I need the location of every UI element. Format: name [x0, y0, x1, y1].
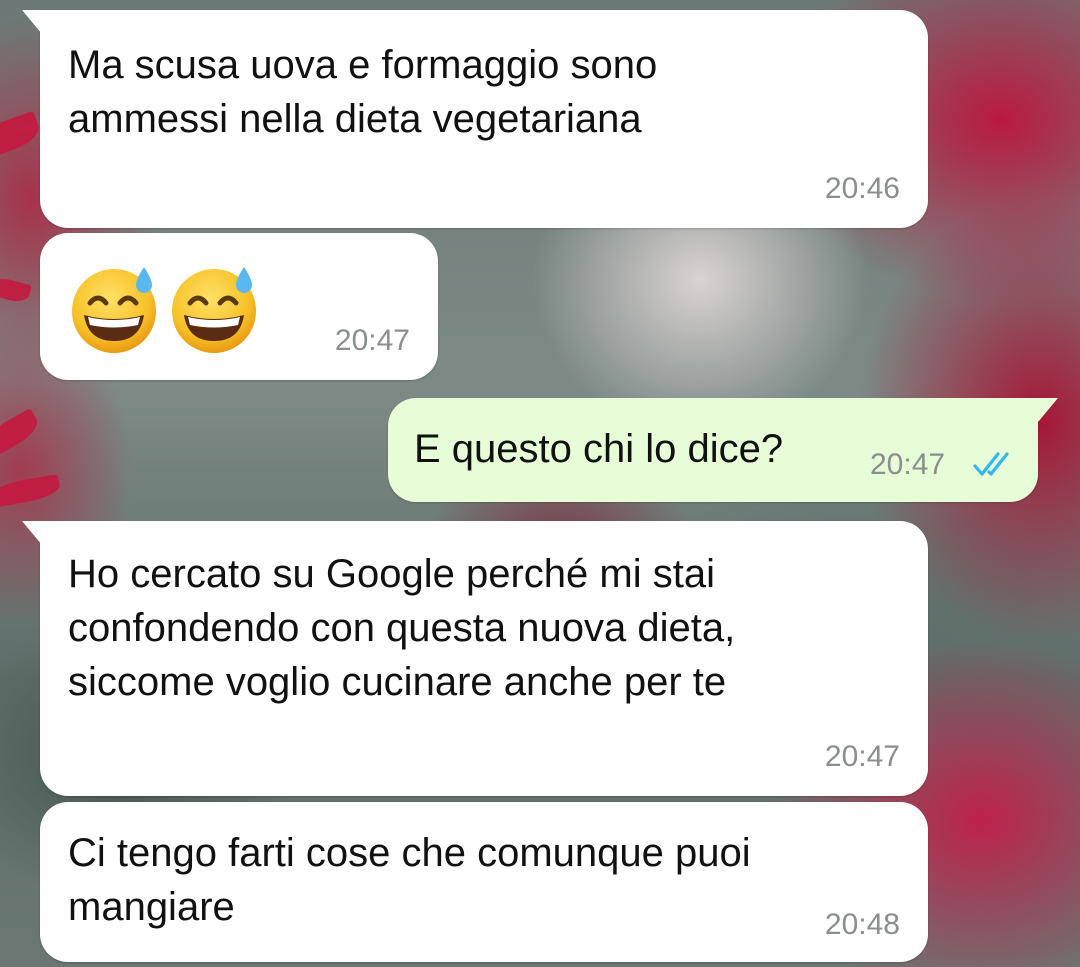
message-bubble-incoming[interactable]: 20:47 [40, 233, 438, 380]
read-receipt-double-check-icon [973, 452, 1009, 476]
message-timestamp: 20:47 [824, 740, 900, 773]
message-timestamp: 20:47 [334, 324, 410, 357]
bubble-tail [22, 10, 42, 34]
bubble-tail [1038, 398, 1058, 422]
grinning-face-with-sweat-icon [172, 267, 256, 353]
wallpaper-petal [0, 275, 32, 305]
wallpaper-petal [0, 474, 62, 508]
message-timestamp: 20:46 [824, 172, 900, 205]
message-timestamp: 20:47 [870, 448, 946, 481]
message-text: E questo chi lo dice? [414, 427, 784, 471]
wallpaper-petal [0, 110, 44, 160]
message-bubble-incoming[interactable]: Ci tengo farti cose che comunque puoi ma… [40, 802, 928, 962]
message-text: Ci tengo farti cose che comunque puoi ma… [68, 831, 751, 929]
message-text: Ho cercato su Google perché mi stai conf… [68, 552, 736, 704]
message-bubble-outgoing[interactable]: E questo chi lo dice? 20:47 [388, 398, 1038, 502]
message-bubble-incoming[interactable]: Ho cercato su Google perché mi stai conf… [40, 521, 928, 796]
grinning-face-with-sweat-icon [72, 267, 156, 353]
message-timestamp: 20:48 [824, 908, 900, 941]
wallpaper-petal [0, 407, 43, 458]
message-bubble-incoming[interactable]: Ma scusa uova e formaggio sono ammessi n… [40, 10, 928, 228]
message-text: Ma scusa uova e formaggio sono ammessi n… [68, 43, 658, 141]
bubble-tail [22, 521, 42, 545]
